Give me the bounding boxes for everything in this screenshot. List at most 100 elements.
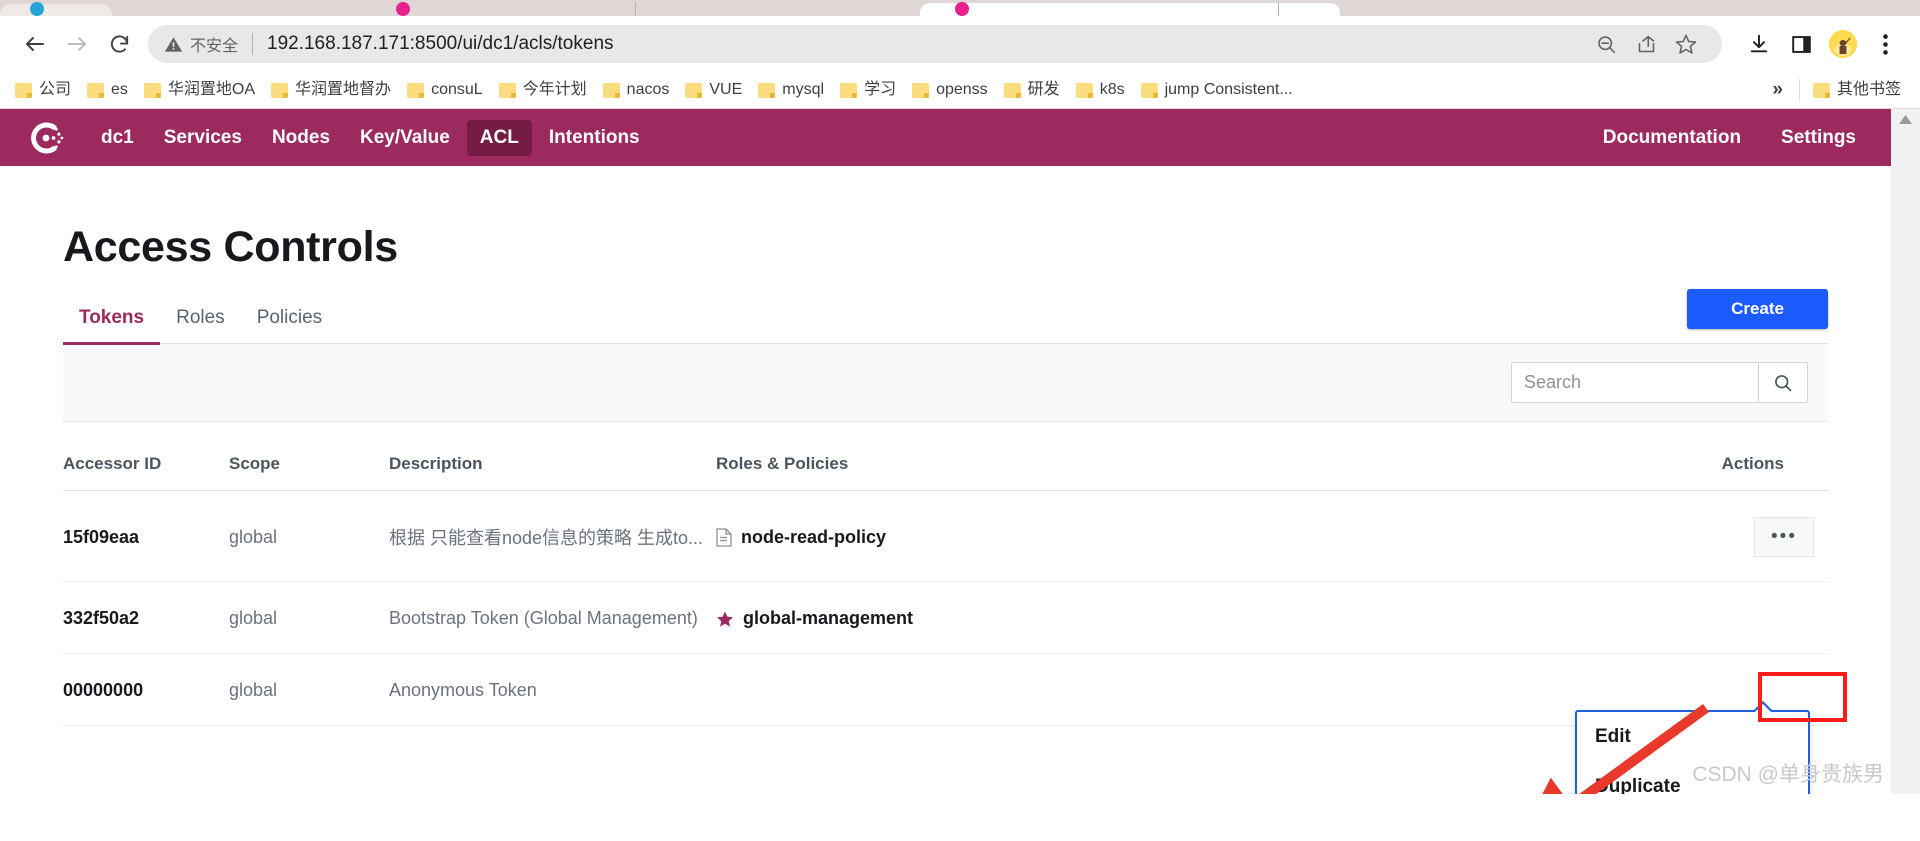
tab-tokens[interactable]: Tokens [63, 307, 161, 345]
bookmark-label: jump Consistent... [1164, 81, 1293, 98]
share-icon[interactable] [1626, 25, 1666, 63]
omnibox-actions [1586, 25, 1706, 63]
search-input[interactable]: Search [1511, 362, 1758, 403]
table-row[interactable]: 332f50a2 global Bootstrap Token (Global … [63, 581, 1828, 654]
bookmark-item[interactable]: 今年计划 [492, 77, 594, 103]
nav-item-key-value[interactable]: Key/Value [347, 120, 463, 156]
other-bookmarks-label: 其他书签 [1836, 81, 1901, 98]
bookmark-item[interactable]: openss [905, 77, 995, 103]
omnibox-divider [252, 33, 254, 55]
bookmark-star-icon[interactable] [1666, 25, 1706, 63]
consul-nav-right: Documentation Settings [1576, 120, 1869, 156]
cell-description: 根据 只能查看node信息的策略 生成to... [389, 490, 716, 582]
cell-roles-policies: global-management [716, 581, 1708, 654]
tab-favicon [955, 2, 969, 16]
tokens-table: Accessor ID Scope Description Roles & Po… [63, 422, 1828, 726]
folder-icon [407, 82, 425, 98]
bookmark-label: 学习 [864, 81, 897, 98]
column-scope[interactable]: Scope [229, 422, 389, 491]
bookmark-item[interactable]: es [80, 77, 135, 103]
folder-icon [1075, 82, 1093, 98]
bookmark-item[interactable]: 学习 [833, 77, 903, 103]
folder-icon [758, 82, 776, 98]
search-button[interactable] [1758, 362, 1808, 403]
tab-favicon [396, 2, 410, 16]
bookmark-label: 研发 [1027, 81, 1060, 98]
bookmark-label: nacos [626, 81, 670, 98]
bookmark-item[interactable]: 华润置地督办 [264, 77, 398, 103]
bookmark-label: openss [936, 81, 988, 98]
folder-icon [685, 82, 703, 98]
bookmark-item[interactable]: VUE [678, 77, 749, 103]
consul-app: dc1 Services Nodes Key/Value ACL Intenti… [0, 109, 1920, 794]
folder-icon [1140, 82, 1158, 98]
back-button[interactable] [14, 23, 56, 65]
bookmark-item[interactable]: 华润置地OA [137, 77, 262, 103]
table-row[interactable]: 00000000 global Anonymous Token [63, 653, 1828, 726]
reload-button[interactable] [98, 23, 140, 65]
consul-logo-icon[interactable] [26, 118, 66, 158]
side-panel-icon[interactable] [1780, 23, 1822, 65]
bookmark-item[interactable]: consuL [400, 77, 490, 103]
url-text[interactable]: 192.168.187.171:8500/ui/dc1/acls/tokens [267, 33, 614, 55]
cell-description: Anonymous Token [389, 653, 716, 726]
tab-favicon [30, 2, 44, 16]
cell-scope: global [229, 490, 389, 582]
browser-tab[interactable] [0, 4, 112, 16]
browser-tab-active[interactable] [920, 3, 1340, 16]
nav-item-intentions[interactable]: Intentions [536, 120, 653, 156]
nav-item-dc1[interactable]: dc1 [88, 120, 147, 156]
bookmark-item[interactable]: nacos [596, 77, 677, 103]
nav-item-documentation[interactable]: Documentation [1590, 120, 1754, 156]
bookmark-label: 今年计划 [522, 81, 587, 98]
three-dot-menu-icon[interactable] [1864, 23, 1906, 65]
address-bar[interactable]: 不安全 192.168.187.171:8500/ui/dc1/acls/tok… [148, 25, 1722, 63]
bookmarks-divider [1798, 79, 1800, 101]
bookmark-item[interactable]: 公司 [8, 77, 78, 103]
role-name[interactable]: node-read-policy [741, 527, 886, 548]
cell-actions [1708, 581, 1828, 654]
tab-bar: Tokens Roles Policies Create [63, 288, 1828, 345]
nav-item-nodes[interactable]: Nodes [259, 120, 343, 156]
create-button[interactable]: Create [1687, 289, 1828, 329]
browser-chrome: 不安全 192.168.187.171:8500/ui/dc1/acls/tok… [0, 0, 1920, 109]
page-body: Access Controls Tokens Roles Policies Cr… [0, 166, 1891, 726]
zoom-out-icon[interactable] [1586, 25, 1626, 63]
bookmark-item[interactable]: mysql [751, 77, 831, 103]
download-icon[interactable] [1738, 23, 1780, 65]
filter-bar: Search [63, 344, 1828, 422]
column-description[interactable]: Description [389, 422, 716, 491]
nav-item-services[interactable]: Services [151, 120, 255, 156]
vertical-scrollbar[interactable] [1891, 109, 1920, 794]
cell-description: Bootstrap Token (Global Management) [389, 581, 716, 654]
bookmark-label: mysql [782, 81, 825, 98]
cell-scope: global [229, 653, 389, 726]
other-bookmarks-button[interactable]: 其他书签 [1806, 77, 1908, 103]
star-icon [716, 610, 734, 628]
cell-accessor-id: 15f09eaa [63, 490, 229, 582]
tab-roles[interactable]: Roles [160, 307, 241, 343]
role-name[interactable]: global-management [743, 608, 913, 629]
menu-item-edit[interactable]: Edit [1577, 712, 1808, 762]
nav-item-acl[interactable]: ACL [466, 119, 532, 156]
forward-button[interactable] [56, 23, 98, 65]
bookmark-item[interactable]: jump Consistent... [1134, 77, 1300, 103]
bookmark-item[interactable]: k8s [1069, 77, 1132, 103]
column-accessor-id[interactable]: Accessor ID [63, 422, 229, 491]
browser-tab-strip[interactable] [0, 0, 1920, 16]
table-header-row: Accessor ID Scope Description Roles & Po… [63, 422, 1828, 491]
content-container: Access Controls Tokens Roles Policies Cr… [63, 166, 1828, 726]
bookmark-item[interactable]: 研发 [997, 77, 1067, 103]
dropdown-caret-inner [1754, 704, 1772, 713]
scroll-up-arrow-icon[interactable] [1891, 109, 1920, 129]
folder-icon [840, 82, 858, 98]
bookmarks-overflow-button[interactable]: » [1762, 77, 1793, 103]
profile-avatar[interactable] [1822, 23, 1864, 65]
folder-icon [15, 82, 32, 98]
nav-item-settings[interactable]: Settings [1768, 120, 1869, 156]
row-actions-menu-button[interactable]: ••• [1754, 517, 1814, 557]
column-roles-policies[interactable]: Roles & Policies [716, 422, 1708, 491]
table-row[interactable]: 15f09eaa global 根据 只能查看node信息的策略 生成to...… [63, 490, 1828, 582]
tab-policies[interactable]: Policies [241, 307, 338, 343]
document-icon [716, 527, 732, 547]
